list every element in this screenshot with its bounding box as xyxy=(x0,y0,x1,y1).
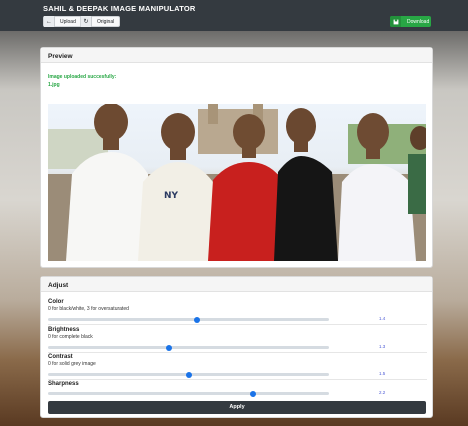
sharpness-value: 2.2 xyxy=(379,390,386,395)
upload-button[interactable]: ← Upload xyxy=(43,16,82,27)
save-icon-svg xyxy=(393,19,398,24)
refresh-icon: ↻ xyxy=(81,16,92,27)
brightness-label: Brightness xyxy=(48,327,80,333)
sharpness-control: Sharpness 2.2 xyxy=(48,381,427,397)
color-control: Color 0 for black/white, 3 for oversatur… xyxy=(48,299,427,323)
original-button[interactable]: ↻ Original xyxy=(80,16,121,27)
sharpness-slider[interactable] xyxy=(48,390,329,397)
save-icon xyxy=(390,16,401,27)
preview-header: Preview xyxy=(41,48,432,63)
status-text: Image uploaded succesfully: xyxy=(48,74,117,80)
preview-image: NY xyxy=(48,104,426,261)
arrow-left-icon: ← xyxy=(44,16,55,27)
upload-label: Upload xyxy=(60,18,76,25)
brightness-slider-thumb[interactable] xyxy=(165,344,172,351)
download-button[interactable]: Download xyxy=(390,16,431,27)
contrast-label: Contrast xyxy=(48,354,73,360)
download-label: Download xyxy=(407,18,430,25)
divider xyxy=(48,352,427,353)
brightness-control: Brightness 0 for complete black 1.3 xyxy=(48,327,427,351)
sharpness-slider-thumb[interactable] xyxy=(250,390,257,397)
apply-button[interactable]: Apply xyxy=(48,401,426,414)
contrast-slider-thumb[interactable] xyxy=(185,371,192,378)
divider xyxy=(48,379,427,380)
sharpness-label: Sharpness xyxy=(48,381,79,387)
brightness-slider[interactable] xyxy=(48,344,329,351)
divider xyxy=(48,324,427,325)
color-hint: 0 for black/white, 3 for oversaturated xyxy=(48,306,129,312)
contrast-value: 1.5 xyxy=(379,371,386,376)
brightness-hint: 0 for complete black xyxy=(48,334,93,340)
color-value: 1.4 xyxy=(379,316,386,321)
svg-text:NY: NY xyxy=(164,191,179,201)
brightness-value: 1.3 xyxy=(379,344,386,349)
filename: 1.jpg xyxy=(48,82,60,88)
app-title: SAHIL & DEEPAK IMAGE MANIPULATOR xyxy=(43,4,196,13)
navbar: SAHIL & DEEPAK IMAGE MANIPULATOR ← Uploa… xyxy=(0,0,468,31)
color-slider[interactable] xyxy=(48,316,329,323)
upload-status: Image uploaded succesfully: 1.jpg xyxy=(48,73,116,89)
contrast-hint: 0 for solid grey image xyxy=(48,361,96,367)
color-slider-thumb[interactable] xyxy=(193,316,200,323)
adjust-card: Adjust Color 0 for black/white, 3 for ov… xyxy=(40,276,433,418)
original-label: Original xyxy=(97,18,115,25)
preview-card: Preview Image uploaded succesfully: 1.jp… xyxy=(40,47,433,268)
color-label: Color xyxy=(48,299,64,305)
group-photo: NY xyxy=(48,104,426,261)
contrast-slider[interactable] xyxy=(48,371,329,378)
adjust-header: Adjust xyxy=(41,277,432,292)
contrast-control: Contrast 0 for solid grey image 1.5 xyxy=(48,354,427,378)
